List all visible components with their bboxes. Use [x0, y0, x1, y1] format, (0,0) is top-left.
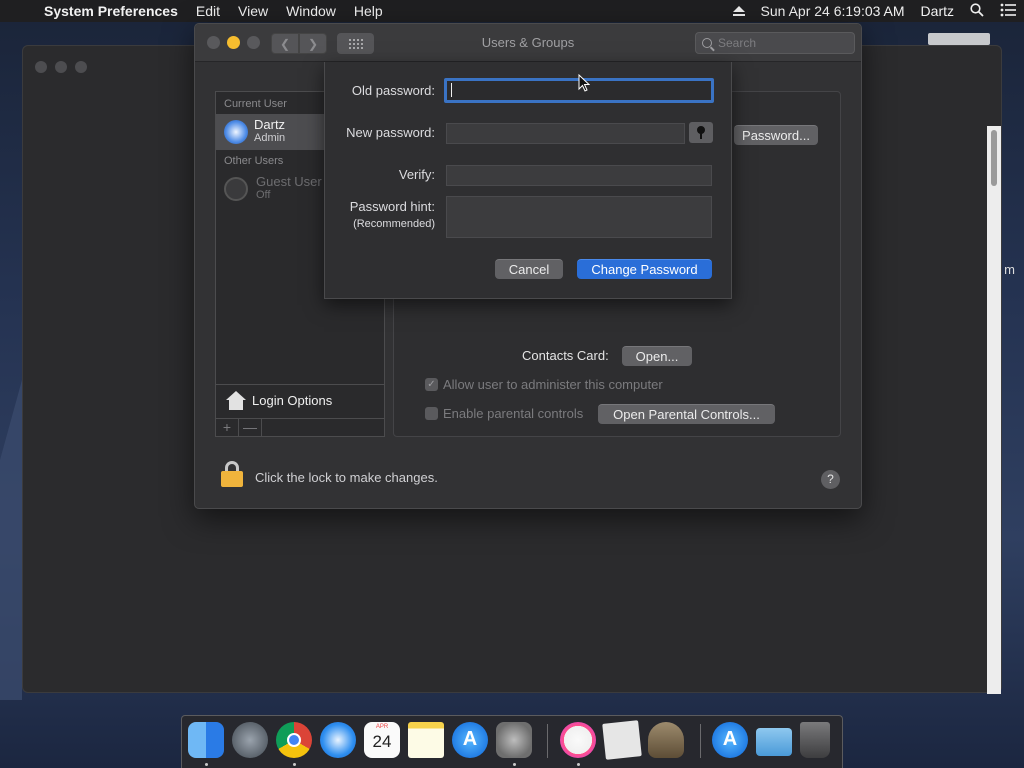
- old-password-label: Old password:: [351, 83, 435, 98]
- notes-icon[interactable]: [408, 722, 444, 758]
- safari-icon[interactable]: [320, 722, 356, 758]
- password-hint-field[interactable]: [446, 196, 712, 238]
- running-indicator: [577, 763, 580, 766]
- user-role: Admin: [254, 132, 286, 144]
- bg-scroll-thumb[interactable]: [991, 130, 997, 186]
- help-button[interactable]: ?: [821, 470, 840, 489]
- allow-admin-label: Allow user to administer this computer: [443, 377, 663, 392]
- change-password-confirm-button[interactable]: Change Password: [577, 259, 712, 279]
- itunes-icon[interactable]: [560, 722, 596, 758]
- change-password-button[interactable]: Password...: [734, 125, 818, 145]
- chess-icon[interactable]: [648, 722, 684, 758]
- open-parental-controls-button[interactable]: Open Parental Controls...: [598, 404, 775, 424]
- status-area: Sun Apr 24 6:19:03 AM Dartz: [725, 0, 1024, 22]
- house-icon: [226, 391, 246, 411]
- search-field[interactable]: Search: [695, 32, 855, 54]
- eject-icon[interactable]: [725, 6, 753, 16]
- menu-app-name[interactable]: System Preferences: [38, 3, 187, 19]
- list-buttons: + —: [216, 418, 384, 437]
- text-caret: [451, 83, 452, 97]
- change-password-sheet: Old password: New password: Verify: Pass…: [324, 62, 732, 299]
- parental-controls-label: Enable parental controls: [443, 406, 584, 421]
- section-other-users: Other Users: [224, 155, 284, 167]
- dock-separator: [547, 724, 548, 758]
- bg-close-button[interactable]: [35, 61, 47, 73]
- verify-label: Verify:: [398, 167, 435, 182]
- desktop-thumbnail: [928, 33, 990, 45]
- app-store-icon[interactable]: A: [452, 722, 488, 758]
- menu-help[interactable]: Help: [345, 3, 392, 19]
- search-placeholder: Search: [718, 36, 757, 50]
- guest-status: Off: [256, 189, 271, 201]
- preview-icon[interactable]: [602, 720, 642, 760]
- contacts-card-label: Contacts Card:: [522, 348, 609, 363]
- bg-partial-text: m: [1004, 262, 1015, 277]
- bg-scrollbar[interactable]: [987, 126, 1001, 694]
- remove-user-button[interactable]: —: [239, 419, 262, 437]
- open-contacts-button[interactable]: Open...: [622, 346, 692, 366]
- password-hint-label: Password hint:: [349, 199, 435, 214]
- desktop-background: [0, 380, 22, 700]
- new-password-label: New password:: [346, 125, 435, 140]
- launchpad-icon[interactable]: [232, 722, 268, 758]
- calendar-month: APR: [375, 724, 389, 730]
- menu-view[interactable]: View: [229, 3, 277, 19]
- user-name: Dartz: [254, 117, 286, 132]
- new-password-field[interactable]: [446, 123, 685, 144]
- dock-separator: [700, 724, 701, 758]
- bg-zoom-button[interactable]: [75, 61, 87, 73]
- snowflake-avatar-icon: [224, 120, 248, 144]
- lock-text: Click the lock to make changes.: [255, 470, 438, 485]
- notification-center-icon[interactable]: [992, 3, 1024, 20]
- chrome-icon[interactable]: [276, 722, 312, 758]
- calendar-icon[interactable]: APR 24: [364, 722, 400, 758]
- bg-minimize-button[interactable]: [55, 61, 67, 73]
- title-bar: ❮ ❯ Users & Groups Search: [195, 24, 861, 62]
- allow-admin-checkbox[interactable]: ✓: [425, 378, 438, 391]
- verify-field[interactable]: [446, 165, 712, 186]
- guest-name: Guest User: [256, 174, 322, 189]
- trash-icon[interactable]: [800, 722, 830, 758]
- running-indicator: [513, 763, 516, 766]
- login-options[interactable]: Login Options: [216, 384, 384, 416]
- user-menu[interactable]: Dartz: [913, 3, 962, 19]
- login-options-label: Login Options: [252, 393, 333, 408]
- system-preferences-icon[interactable]: [496, 722, 532, 758]
- parental-controls-checkbox[interactable]: [425, 407, 438, 420]
- spotlight-icon[interactable]: [962, 2, 992, 20]
- add-user-button[interactable]: +: [216, 419, 239, 437]
- password-assistant-key-icon[interactable]: [689, 122, 713, 143]
- running-indicator: [205, 763, 208, 766]
- calendar-day: 24: [372, 732, 392, 751]
- finder-icon[interactable]: [188, 722, 224, 758]
- menu-window[interactable]: Window: [277, 3, 345, 19]
- guest-avatar-icon: [224, 177, 248, 201]
- app-store-folder-icon[interactable]: A: [712, 722, 748, 758]
- section-current-user: Current User: [224, 98, 287, 110]
- clock[interactable]: Sun Apr 24 6:19:03 AM: [753, 3, 913, 19]
- password-hint-sublabel: (Recommended): [353, 218, 435, 230]
- search-icon: [702, 38, 712, 48]
- cancel-button[interactable]: Cancel: [495, 259, 563, 279]
- downloads-folder-icon[interactable]: [756, 728, 792, 756]
- menu-edit[interactable]: Edit: [187, 3, 229, 19]
- menu-bar: System Preferences Edit View Window Help…: [0, 0, 1024, 22]
- lock-icon[interactable]: [221, 461, 243, 487]
- dock: APR 24 A A: [181, 715, 843, 768]
- running-indicator: [293, 763, 296, 766]
